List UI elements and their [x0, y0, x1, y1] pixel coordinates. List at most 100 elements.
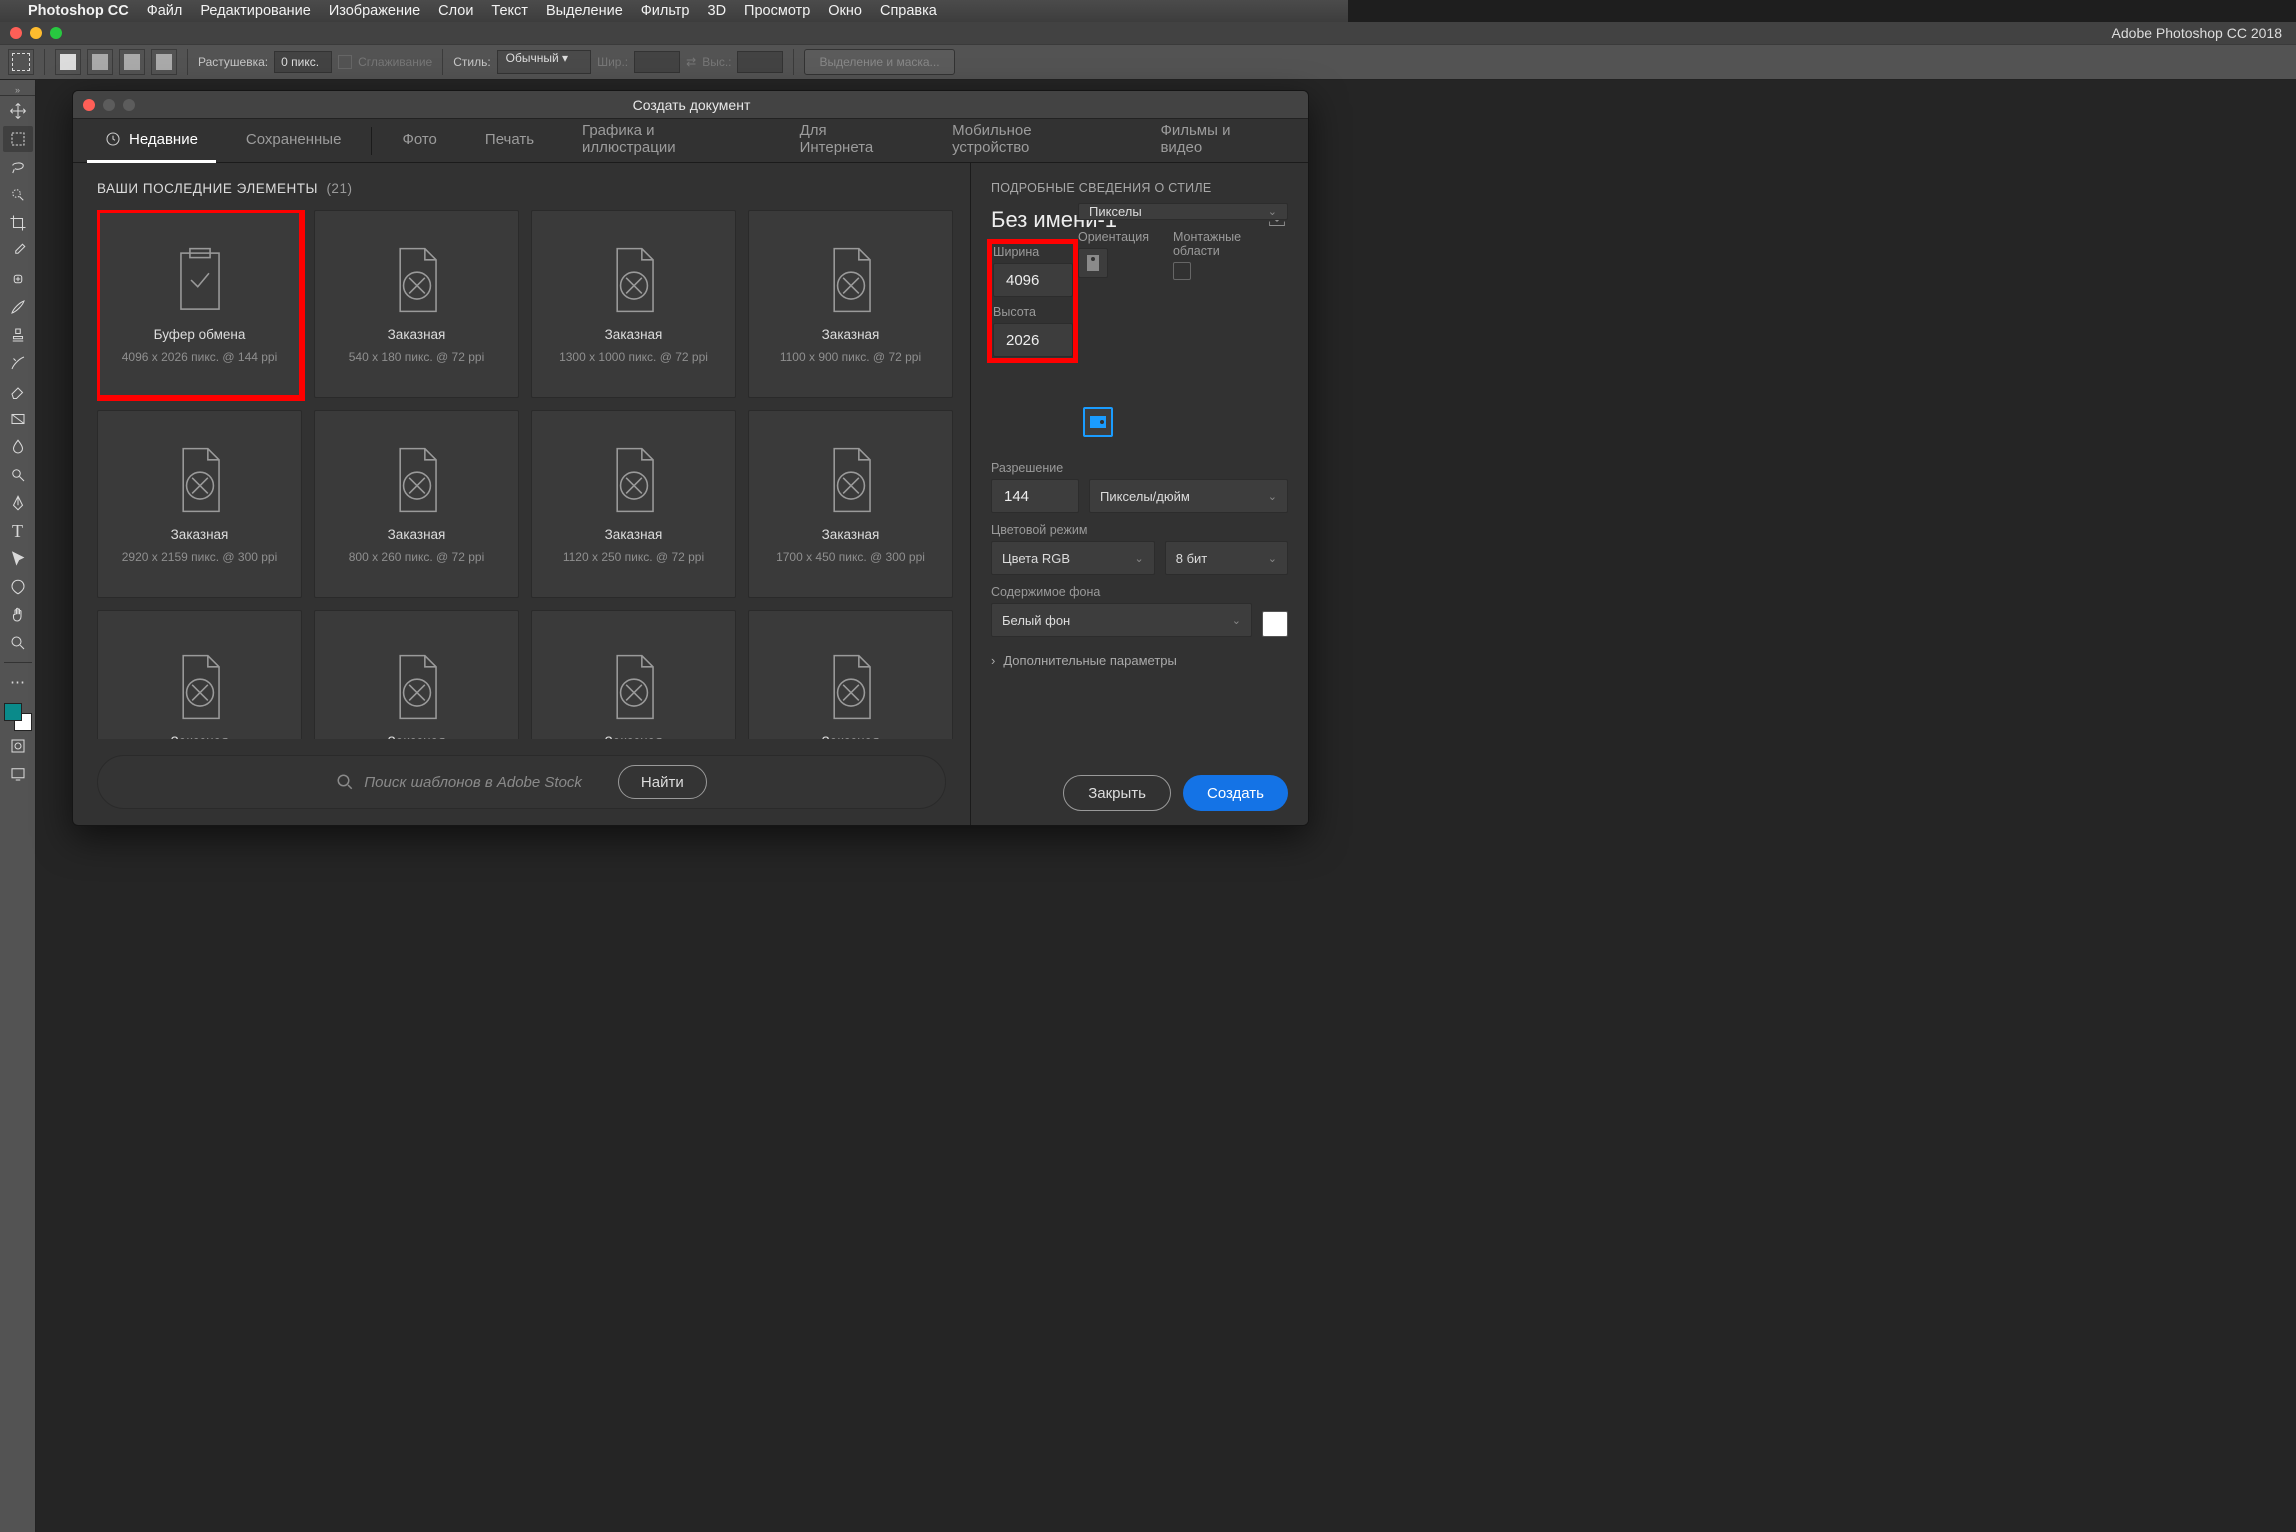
artboards-label: Монтажные области: [1173, 230, 1288, 258]
preset-card[interactable]: Заказная 1700 x 450 пикс. @ 300 ppi: [748, 410, 953, 598]
quickmask-icon[interactable]: [3, 733, 33, 759]
edit-toolbar-icon[interactable]: ⋯: [3, 669, 33, 695]
preset-card[interactable]: Заказная 1120 x 250 пикс. @ 72 ppi: [531, 410, 736, 598]
preset-card[interactable]: Заказная 2920 x 2159 пикс. @ 300 ppi: [97, 410, 302, 598]
preset-card[interactable]: Буфер обмена 4096 x 2026 пикс. @ 144 ppi: [97, 210, 302, 398]
gradient-tool-icon[interactable]: [3, 406, 33, 432]
resolution-units-select[interactable]: Пикселы/дюйм⌄: [1089, 479, 1288, 513]
selection-new-icon[interactable]: [55, 49, 81, 75]
dodge-tool-icon[interactable]: [3, 462, 33, 488]
tab-saved[interactable]: Сохраненные: [228, 119, 360, 163]
orientation-label: Ориентация: [1078, 230, 1149, 244]
background-color-chip[interactable]: [1262, 611, 1288, 637]
tab-recent[interactable]: Недавние: [87, 119, 216, 163]
screenmode-icon[interactable]: [3, 761, 33, 787]
menu-help[interactable]: Справка: [880, 3, 937, 19]
tab-film[interactable]: Фильмы и видео: [1142, 119, 1294, 163]
window-zoom-button[interactable]: [50, 27, 62, 39]
preset-card[interactable]: Заказная 1300 x 1000 пикс. @ 72 ppi: [531, 210, 736, 398]
preset-title: Заказная: [605, 327, 663, 342]
selection-add-icon[interactable]: [87, 49, 113, 75]
crop-tool-icon[interactable]: [3, 210, 33, 236]
brush-tool-icon[interactable]: [3, 294, 33, 320]
selection-intersect-icon[interactable]: [151, 49, 177, 75]
preset-title: Заказная: [388, 527, 446, 542]
preset-card[interactable]: Заказная: [97, 610, 302, 739]
window-close-button[interactable]: [10, 27, 22, 39]
orientation-portrait[interactable]: [1078, 248, 1108, 278]
eyedropper-tool-icon[interactable]: [3, 238, 33, 264]
move-tool-icon[interactable]: [3, 98, 33, 124]
menu-filter[interactable]: Фильтр: [641, 3, 690, 19]
menu-select[interactable]: Выделение: [546, 3, 623, 19]
menu-image[interactable]: Изображение: [329, 3, 420, 19]
window-title: Adobe Photoshop CC 2018: [62, 25, 2296, 41]
path-select-tool-icon[interactable]: [3, 546, 33, 572]
style-select[interactable]: Обычный ▾: [497, 50, 591, 74]
resolution-field[interactable]: [991, 479, 1079, 513]
bitdepth-select[interactable]: 8 бит⌄: [1165, 541, 1288, 575]
search-icon: [336, 773, 354, 791]
preset-card[interactable]: Заказная: [314, 610, 519, 739]
app-name[interactable]: Photoshop CC: [28, 3, 129, 19]
shape-tool-icon[interactable]: [3, 574, 33, 600]
window-minimize-button[interactable]: [30, 27, 42, 39]
preset-card[interactable]: Заказная: [531, 610, 736, 739]
dialog-close-icon[interactable]: [83, 99, 95, 111]
colormode-select[interactable]: Цвета RGB⌄: [991, 541, 1155, 575]
menu-type[interactable]: Текст: [491, 3, 528, 19]
document-icon: [606, 651, 662, 726]
pen-tool-icon[interactable]: [3, 490, 33, 516]
menu-file[interactable]: Файл: [147, 3, 183, 19]
stock-search-input[interactable]: Поиск шаблонов в Adobe Stock: [364, 774, 582, 791]
stock-find-button[interactable]: Найти: [618, 765, 707, 799]
preset-title: Буфер обмена: [154, 327, 246, 342]
blur-tool-icon[interactable]: [3, 434, 33, 460]
menu-edit[interactable]: Редактирование: [200, 3, 310, 19]
feather-input[interactable]: [274, 51, 332, 73]
marquee-tool-icon[interactable]: [3, 126, 33, 152]
hand-tool-icon[interactable]: [3, 602, 33, 628]
dialog-titlebar: Создать документ: [73, 91, 1308, 119]
artboards-checkbox[interactable]: [1173, 262, 1191, 280]
menu-window[interactable]: Окно: [828, 3, 862, 19]
menu-3d[interactable]: 3D: [708, 3, 727, 19]
width-field[interactable]: [993, 263, 1073, 297]
history-brush-tool-icon[interactable]: [3, 350, 33, 376]
eraser-tool-icon[interactable]: [3, 378, 33, 404]
advanced-toggle[interactable]: › Дополнительные параметры: [991, 653, 1288, 668]
preset-title: Заказная: [171, 734, 229, 739]
lasso-tool-icon[interactable]: [3, 154, 33, 180]
preset-subtitle: 1100 x 900 пикс. @ 72 ppi: [780, 350, 921, 364]
quick-select-tool-icon[interactable]: [3, 182, 33, 208]
menu-layers[interactable]: Слои: [438, 3, 473, 19]
selection-subtract-icon[interactable]: [119, 49, 145, 75]
tab-web[interactable]: Для Интернета: [782, 119, 922, 163]
tab-photo[interactable]: Фото: [384, 119, 454, 163]
tool-preset-icon[interactable]: [8, 49, 34, 75]
units-select[interactable]: Пикселы⌄: [1078, 203, 1288, 220]
window-traffic-lights: [0, 27, 62, 39]
type-tool-icon[interactable]: T: [3, 518, 33, 544]
tab-print[interactable]: Печать: [467, 119, 552, 163]
zoom-tool-icon[interactable]: [3, 630, 33, 656]
stamp-tool-icon[interactable]: [3, 322, 33, 348]
healing-tool-icon[interactable]: [3, 266, 33, 292]
toolbox-collapse-icon[interactable]: »: [0, 84, 35, 96]
close-button[interactable]: Закрыть: [1063, 775, 1171, 811]
preset-card[interactable]: Заказная: [748, 610, 953, 739]
color-swatch[interactable]: [4, 703, 32, 731]
height-field[interactable]: [993, 323, 1073, 357]
preset-card[interactable]: Заказная 1100 x 900 пикс. @ 72 ppi: [748, 210, 953, 398]
height-field-label: Высота: [993, 305, 1072, 319]
tab-mobile[interactable]: Мобильное устройство: [934, 119, 1130, 163]
select-and-mask-button[interactable]: Выделение и маска...: [804, 49, 954, 75]
macos-menubar: Photoshop CC Файл Редактирование Изображ…: [0, 0, 1348, 22]
preset-card[interactable]: Заказная 800 x 260 пикс. @ 72 ppi: [314, 410, 519, 598]
create-button[interactable]: Создать: [1183, 775, 1288, 811]
tab-art[interactable]: Графика и иллюстрации: [564, 119, 770, 163]
menu-view[interactable]: Просмотр: [744, 3, 810, 19]
orientation-landscape[interactable]: [1083, 407, 1113, 437]
background-select[interactable]: Белый фон⌄: [991, 603, 1252, 637]
preset-card[interactable]: Заказная 540 x 180 пикс. @ 72 ppi: [314, 210, 519, 398]
